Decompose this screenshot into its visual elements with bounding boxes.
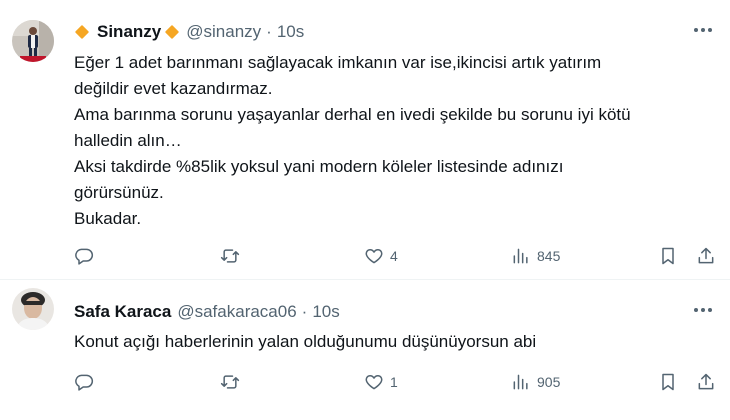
- more-icon[interactable]: [694, 28, 712, 32]
- author-handle[interactable]: @safakaraca06: [177, 302, 296, 322]
- share-icon: [698, 373, 714, 390]
- more-icon[interactable]: [694, 308, 712, 312]
- retweet-icon: [220, 375, 240, 389]
- gold-diamond-icon: [165, 24, 180, 40]
- bookmark-icon: [662, 373, 674, 391]
- separator: ·: [301, 302, 308, 321]
- avatar[interactable]: [12, 20, 54, 62]
- retweet-icon: [220, 249, 240, 263]
- action-bar: 1 905: [74, 370, 720, 394]
- views-button[interactable]: 905: [511, 370, 560, 394]
- like-button[interactable]: 4: [364, 244, 398, 268]
- tweet-text: Eğer 1 adet barınmanı sağlayacak imkanın…: [74, 53, 631, 228]
- timestamp[interactable]: 10s: [312, 302, 339, 322]
- bookmark-icon: [662, 247, 674, 265]
- bookmark-button[interactable]: [658, 370, 678, 394]
- author-name[interactable]: Safa Karaca: [74, 302, 171, 322]
- views-button[interactable]: 845: [511, 244, 560, 268]
- like-button[interactable]: 1: [364, 370, 398, 394]
- views-icon: [513, 248, 528, 264]
- views-icon: [513, 374, 528, 390]
- heart-icon: [365, 375, 383, 390]
- author-handle[interactable]: @sinanzy: [186, 22, 261, 42]
- views-count: 905: [537, 374, 561, 390]
- avatar[interactable]: [12, 288, 54, 330]
- action-bar: 4 845: [74, 244, 720, 268]
- reply-button[interactable]: [74, 244, 100, 268]
- tweet-header: Safa Karaca @safakaraca06 · 10s: [74, 300, 340, 324]
- share-button[interactable]: [696, 370, 716, 394]
- reply-icon: [75, 248, 94, 265]
- share-button[interactable]: [696, 244, 716, 268]
- tweet-header: Sinanzy @sinanzy · 10s: [74, 20, 304, 44]
- gold-diamond-icon: [74, 24, 90, 40]
- like-count: 4: [390, 248, 398, 264]
- author-name[interactable]: Sinanzy: [97, 22, 161, 42]
- tweet-text: Konut açığı haberlerinin yalan olduğunum…: [74, 332, 537, 351]
- like-count: 1: [390, 374, 398, 390]
- tweet[interactable]: Sinanzy @sinanzy · 10s Eğer 1 adet barın…: [0, 0, 730, 279]
- share-icon: [698, 247, 714, 264]
- reply-button[interactable]: [74, 370, 100, 394]
- bookmark-button[interactable]: [658, 244, 678, 268]
- separator: ·: [266, 22, 272, 41]
- retweet-button[interactable]: [220, 244, 246, 268]
- timestamp[interactable]: 10s: [277, 22, 304, 42]
- heart-icon: [365, 249, 383, 264]
- views-count: 845: [537, 248, 561, 264]
- retweet-button[interactable]: [220, 370, 246, 394]
- reply-icon: [75, 374, 94, 391]
- tweet[interactable]: Safa Karaca @safakaraca06 · 10s Konut aç…: [0, 280, 730, 420]
